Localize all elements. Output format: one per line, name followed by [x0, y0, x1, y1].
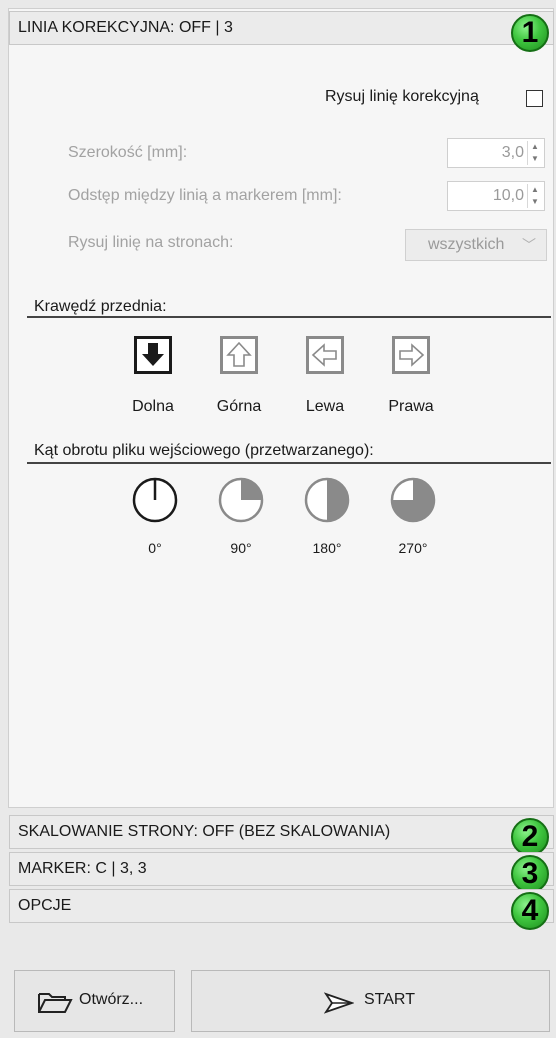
- draw-correction-line-checkbox[interactable]: [526, 90, 543, 107]
- edge-left-button[interactable]: [306, 336, 344, 374]
- folder-open-icon: [38, 993, 73, 1013]
- edge-top-button[interactable]: [220, 336, 258, 374]
- start-button-label: START: [364, 991, 415, 1008]
- leading-edge-divider: [27, 316, 551, 318]
- section-number-badge: 3: [511, 855, 549, 893]
- pages-dropdown[interactable]: wszystkich ﹀: [405, 229, 547, 261]
- rotation-0-label: 0°: [148, 540, 162, 556]
- start-button[interactable]: START: [191, 970, 550, 1032]
- section-title: MARKER: C | 3, 3: [18, 860, 147, 877]
- arrow-right-icon: [399, 343, 425, 367]
- section-header-marker[interactable]: MARKER: C | 3, 3 3: [9, 852, 554, 893]
- edge-top-label: Górna: [216, 398, 262, 415]
- draw-correction-line-label: Rysuj linię korekcyjną: [325, 88, 479, 105]
- gap-value: 10,0: [492, 187, 524, 204]
- stepper-down-icon[interactable]: ▼: [528, 196, 542, 208]
- section-title: SKALOWANIE STRONY: OFF (BEZ SKALOWANIA): [18, 823, 391, 840]
- width-value: 3,0: [501, 144, 524, 161]
- edge-right-button[interactable]: [392, 336, 430, 374]
- rotation-90-icon[interactable]: [217, 476, 265, 524]
- section-number-badge: 4: [511, 892, 549, 930]
- leading-edge-title: Krawędź przednia:: [34, 298, 167, 315]
- rotation-180-icon[interactable]: [303, 476, 351, 524]
- section-header-options[interactable]: OPCJE 4: [9, 889, 554, 930]
- section-number-badge: 2: [511, 818, 549, 856]
- rotation-270-label: 270°: [398, 540, 428, 556]
- rotation-180-label: 180°: [312, 540, 342, 556]
- rotation-0-icon[interactable]: [131, 476, 179, 524]
- section-header-correction-line[interactable]: LINIA KOREKCYJNA: OFF | 3 1: [9, 11, 554, 52]
- correction-line-panel: [8, 8, 554, 808]
- edge-bottom-label: Dolna: [132, 398, 174, 415]
- rotation-90-label: 90°: [230, 540, 252, 556]
- edge-bottom-button[interactable]: [134, 336, 172, 374]
- section-number-badge: 1: [511, 14, 549, 52]
- rotation-title: Kąt obrotu pliku wejściowego (przetwarza…: [34, 442, 374, 459]
- width-stepper[interactable]: 3,0 ▲ ▼: [447, 138, 545, 168]
- width-label: Szerokość [mm]:: [68, 144, 188, 161]
- edge-left-label: Lewa: [305, 398, 345, 415]
- section-title: OPCJE: [18, 897, 72, 914]
- arrow-left-icon: [311, 343, 337, 367]
- section-title: LINIA KOREKCYJNA: OFF | 3: [18, 19, 233, 36]
- stepper-down-icon[interactable]: ▼: [528, 153, 542, 165]
- rotation-divider: [27, 462, 551, 464]
- rotation-270-icon[interactable]: [389, 476, 437, 524]
- open-button-label: Otwórz...: [79, 991, 144, 1008]
- open-button[interactable]: Otwórz...: [14, 970, 175, 1032]
- stepper-up-icon[interactable]: ▲: [528, 184, 542, 196]
- chevron-down-icon: ﹀: [522, 237, 536, 253]
- stepper-up-icon[interactable]: ▲: [528, 141, 542, 153]
- edge-right-label: Prawa: [388, 398, 434, 415]
- stepper-arrows[interactable]: ▲ ▼: [527, 141, 542, 165]
- pages-label: Rysuj linię na stronach:: [68, 234, 234, 251]
- pages-value: wszystkich: [428, 236, 505, 253]
- stepper-arrows[interactable]: ▲ ▼: [527, 184, 542, 208]
- gap-stepper[interactable]: 10,0 ▲ ▼: [447, 181, 545, 211]
- paper-plane-icon: [324, 992, 354, 1014]
- arrow-down-icon: [142, 343, 164, 366]
- arrow-up-icon: [226, 341, 252, 367]
- gap-label: Odstęp między linią a markerem [mm]:: [68, 187, 342, 204]
- section-header-page-scaling[interactable]: SKALOWANIE STRONY: OFF (BEZ SKALOWANIA) …: [9, 815, 554, 856]
